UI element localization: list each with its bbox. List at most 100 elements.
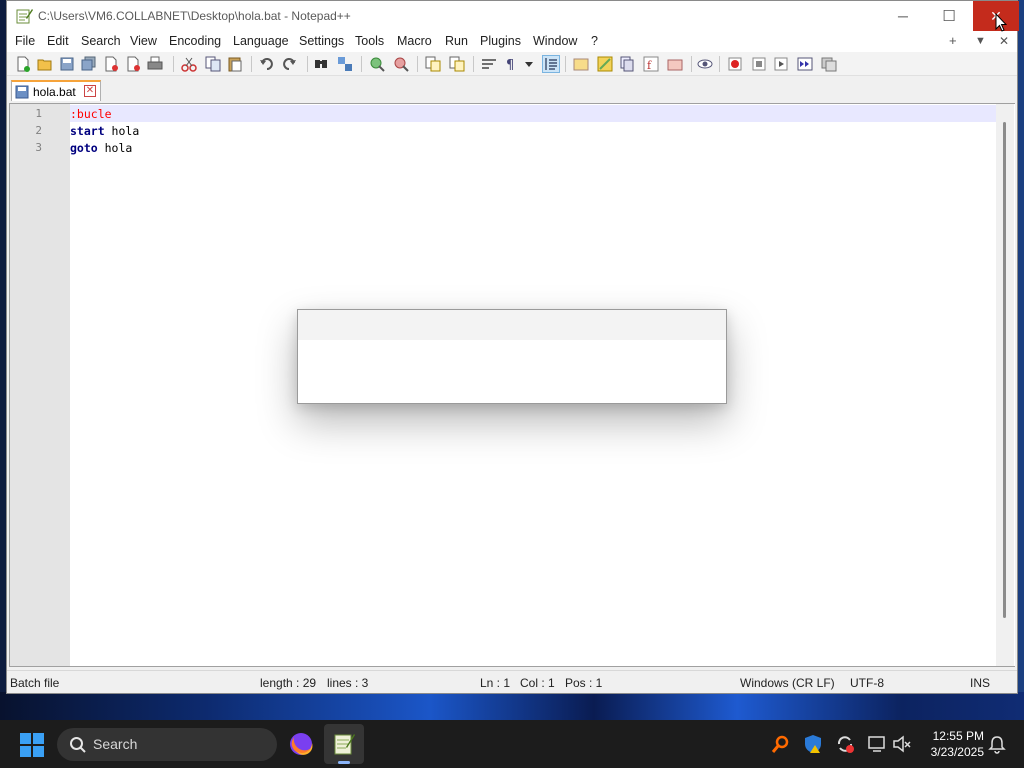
- menu-window[interactable]: Window: [533, 34, 577, 48]
- replace-icon[interactable]: [337, 56, 353, 72]
- zoom-in-icon[interactable]: [369, 56, 385, 72]
- sync-horizontal-icon[interactable]: [449, 56, 465, 72]
- tab-bar: hola.bat ✕: [7, 77, 1017, 101]
- folder-as-workspace-icon[interactable]: [667, 56, 683, 72]
- menu-search[interactable]: Search: [81, 34, 121, 48]
- save-icon[interactable]: [59, 56, 75, 72]
- clock-time[interactable]: 12:55 PM: [926, 729, 984, 743]
- current-line-highlight: [70, 105, 996, 122]
- maximize-button[interactable]: ☐: [926, 1, 972, 31]
- menu-help[interactable]: ?: [591, 34, 598, 48]
- mouse-cursor-icon: [995, 13, 1007, 32]
- tab-list-icon[interactable]: ▼: [975, 35, 986, 47]
- batch-keyword: goto: [70, 141, 98, 155]
- record-macro-icon[interactable]: [727, 56, 743, 72]
- monitoring-eye-icon[interactable]: [697, 56, 713, 72]
- close-document-icon[interactable]: ✕: [999, 34, 1009, 48]
- search-magnifier-tray-icon[interactable]: [771, 734, 791, 754]
- copy-icon[interactable]: [205, 56, 221, 72]
- menu-plugins[interactable]: Plugins: [480, 34, 521, 48]
- taskbar: Search 12:55 PM 3/23/2025: [0, 720, 1024, 768]
- code-text: hola: [97, 141, 133, 155]
- show-all-characters-icon[interactable]: ¶: [503, 56, 519, 72]
- code-line[interactable]: goto hola: [70, 141, 132, 155]
- play-macro-icon[interactable]: [773, 56, 789, 72]
- paste-icon[interactable]: [227, 56, 243, 72]
- scrollbar-thumb[interactable]: [1003, 122, 1006, 618]
- update-sync-icon[interactable]: [835, 734, 855, 754]
- document-list-icon[interactable]: [619, 56, 635, 72]
- status-position: Pos : 1: [565, 676, 603, 690]
- cut-icon[interactable]: [181, 56, 197, 72]
- maximize-icon: ☐: [942, 8, 956, 25]
- taskbar-notepad-plus-plus[interactable]: [324, 724, 364, 764]
- status-encoding[interactable]: UTF-8: [850, 676, 884, 690]
- desktop-wallpaper: [0, 692, 1024, 720]
- network-icon[interactable]: [867, 734, 887, 754]
- menu-edit[interactable]: Edit: [47, 34, 69, 48]
- menu-settings[interactable]: Settings: [299, 34, 344, 48]
- close-all-icon[interactable]: [125, 56, 141, 72]
- volume-muted-icon[interactable]: [892, 734, 912, 754]
- menu-view[interactable]: View: [130, 34, 157, 48]
- run-macro-multiple-icon[interactable]: [797, 56, 813, 72]
- new-tab-icon[interactable]: +: [949, 33, 957, 48]
- menu-tools[interactable]: Tools: [355, 34, 384, 48]
- function-list-icon[interactable]: f: [643, 56, 659, 72]
- minimize-button[interactable]: ─: [880, 1, 926, 31]
- clock-date[interactable]: 3/23/2025: [918, 745, 984, 759]
- menu-encoding[interactable]: Encoding: [169, 34, 221, 48]
- document-map-icon[interactable]: [597, 56, 613, 72]
- menu-file[interactable]: File: [15, 34, 35, 48]
- batch-keyword: start: [70, 124, 105, 138]
- window-title: C:\Users\VM6.COLLABNET\Desktop\hola.bat …: [38, 9, 351, 23]
- sync-vertical-icon[interactable]: [425, 56, 441, 72]
- taskbar-firefox[interactable]: [281, 724, 321, 764]
- close-file-icon[interactable]: [103, 56, 119, 72]
- new-file-icon[interactable]: [15, 56, 31, 72]
- code-line[interactable]: start hola: [70, 124, 139, 138]
- security-shield-icon[interactable]: [803, 734, 823, 754]
- tab-close-icon[interactable]: ✕: [84, 85, 96, 97]
- toolbar-separator: [361, 56, 362, 72]
- zoom-out-icon[interactable]: [393, 56, 409, 72]
- taskbar-search[interactable]: Search: [57, 728, 277, 761]
- menu-run[interactable]: Run: [445, 34, 468, 48]
- minimize-icon: ─: [898, 8, 908, 24]
- active-app-indicator: [338, 761, 350, 764]
- indent-guide-icon[interactable]: [542, 55, 560, 73]
- word-wrap-icon[interactable]: [481, 56, 497, 72]
- open-file-icon[interactable]: [37, 56, 53, 72]
- search-icon: [70, 737, 86, 753]
- redo-icon[interactable]: [281, 56, 297, 72]
- tab-label: hola.bat: [33, 85, 76, 99]
- toolbar-separator: [565, 56, 566, 72]
- code-line[interactable]: :bucle: [70, 107, 112, 121]
- find-icon[interactable]: [313, 56, 329, 72]
- save-all-icon[interactable]: [81, 56, 97, 72]
- vertical-scrollbar[interactable]: [996, 104, 1014, 666]
- menu-macro[interactable]: Macro: [397, 34, 432, 48]
- notification-bell-icon[interactable]: [987, 734, 1007, 754]
- toolbar-separator: [719, 56, 720, 72]
- dialog-title-bar[interactable]: [298, 310, 726, 340]
- status-insert-mode[interactable]: INS: [970, 676, 990, 690]
- firefox-icon: [290, 733, 313, 755]
- saved-file-icon: [15, 85, 29, 99]
- save-macro-icon[interactable]: [821, 56, 837, 72]
- tab-hola-bat[interactable]: hola.bat ✕: [11, 80, 101, 101]
- status-lines: lines : 3: [327, 676, 369, 690]
- dropdown-arrow-icon[interactable]: [523, 56, 535, 72]
- toolbar-separator: [251, 56, 252, 72]
- windows-start-icon[interactable]: [20, 733, 44, 757]
- line-number: 1: [35, 107, 42, 120]
- popup-dialog[interactable]: [297, 309, 727, 404]
- stop-macro-icon[interactable]: [751, 56, 767, 72]
- undo-icon[interactable]: [259, 56, 275, 72]
- menu-language[interactable]: Language: [233, 34, 289, 48]
- status-eol[interactable]: Windows (CR LF): [740, 676, 835, 690]
- print-icon[interactable]: [147, 56, 163, 72]
- title-bar[interactable]: C:\Users\VM6.COLLABNET\Desktop\hola.bat …: [7, 1, 1019, 32]
- toolbar-separator: [307, 56, 308, 72]
- define-language-icon[interactable]: [573, 56, 589, 72]
